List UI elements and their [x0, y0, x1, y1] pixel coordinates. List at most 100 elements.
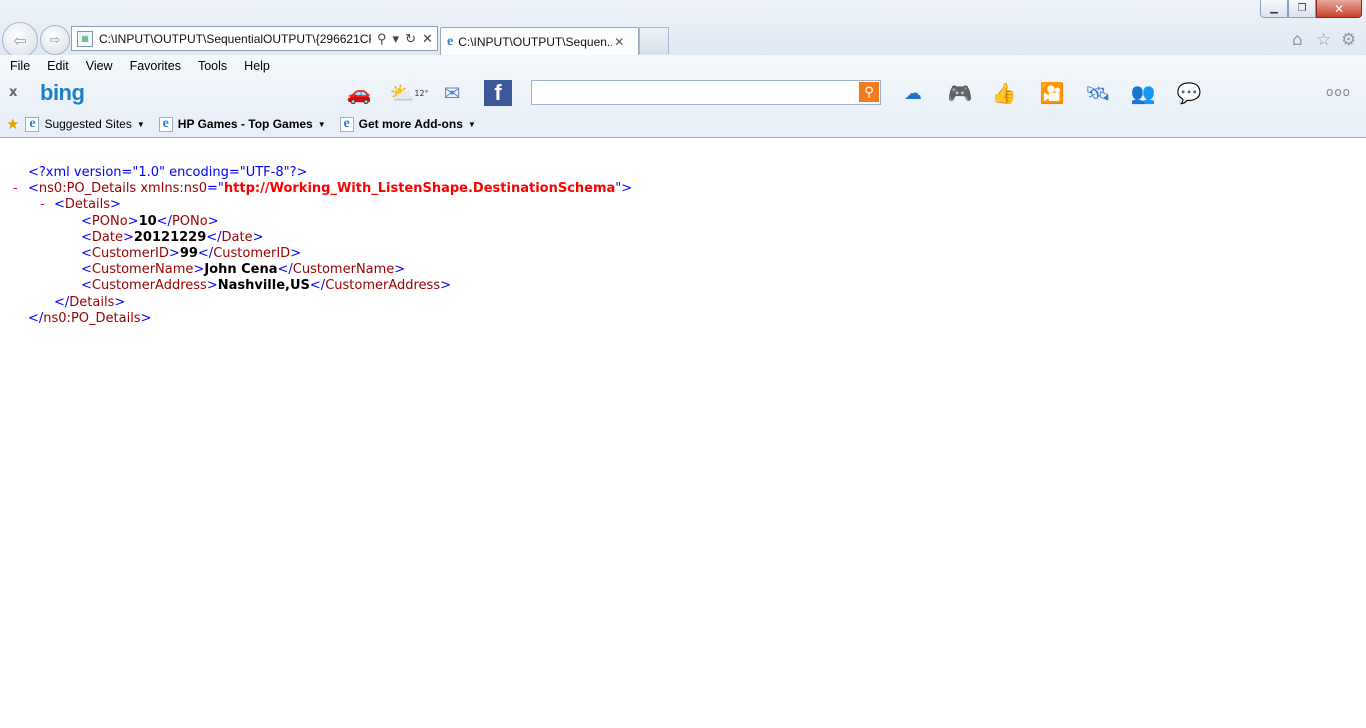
xml-bracket: < — [81, 262, 92, 278]
close-tab-icon[interactable]: ✕ — [614, 35, 624, 49]
ie-icon: e — [158, 116, 173, 132]
xml-field-line: <PONo>10</PONo> — [0, 214, 632, 230]
xml-bracket: </ — [309, 278, 326, 294]
close-window-button[interactable]: ✕ — [1316, 0, 1362, 18]
xml-field-tag: CustomerName — [292, 262, 395, 278]
xml-field-value: 20121229 — [133, 229, 207, 245]
xml-bracket: < — [81, 245, 92, 261]
xml-document: <?xml version="1.0" encoding="UTF-8"?> -… — [0, 165, 632, 327]
xml-root-attr-name: xmlns:ns0 — [140, 181, 208, 197]
xml-field-line: <CustomerAddress>Nashville,US</CustomerA… — [0, 278, 632, 294]
new-tab-button[interactable] — [639, 27, 669, 54]
facebook-icon[interactable]: f — [484, 80, 512, 106]
satellite-icon[interactable]: 🛰 — [1083, 79, 1113, 107]
search-icon[interactable]: ⚲ — [377, 31, 387, 47]
more-options-icon[interactable]: ooo — [1326, 85, 1351, 99]
chevron-down-icon: ▼ — [317, 119, 326, 129]
menu-help[interactable]: Help — [234, 55, 277, 77]
xml-root-close-line: </ns0:PO_Details> — [28, 310, 152, 326]
arrow-right-icon: ⇨ — [49, 32, 61, 48]
fav-label: Get more Add-ons — [358, 117, 463, 131]
ie-icon: e — [339, 116, 354, 132]
xml-bracket: > — [207, 213, 219, 229]
favorites-star-icon[interactable]: ☆ — [1316, 30, 1331, 50]
refresh-icon[interactable]: ↻ — [405, 31, 416, 47]
stop-icon[interactable]: ✕ — [422, 31, 433, 47]
tab-active[interactable]: e C:\INPUT\OUTPUT\Sequen... ✕ — [440, 27, 639, 55]
xml-details-tag: Details — [69, 294, 115, 310]
weather-temperature: 12° — [414, 88, 429, 98]
xml-bracket: </ — [277, 262, 293, 278]
xml-field-value: John Cena — [204, 262, 278, 278]
menu-view[interactable]: View — [76, 55, 120, 77]
menu-file[interactable]: File — [0, 55, 37, 77]
bing-logo[interactable]: bing — [40, 80, 85, 106]
minimize-button[interactable]: ▁ — [1260, 0, 1288, 18]
xml-bracket: > — [168, 245, 180, 261]
xml-field-tag: CustomerAddress — [325, 278, 441, 294]
xml-bracket: > — [440, 278, 452, 294]
fav-suggested-sites[interactable]: e Suggested Sites ▼ — [25, 116, 145, 132]
xml-field-line: <CustomerID>99</CustomerID> — [0, 246, 632, 262]
xml-bracket: < — [81, 278, 92, 294]
xml-field-value: 10 — [138, 213, 157, 229]
xml-field-tag: Date — [91, 229, 123, 245]
xml-details-tag: Details — [64, 197, 110, 213]
xml-bracket: > — [206, 278, 218, 294]
xml-root-tag: ns0:PO_Details — [43, 310, 141, 326]
dropdown-arrow-icon[interactable]: ▾ — [393, 31, 400, 47]
menu-tools[interactable]: Tools — [188, 55, 234, 77]
menu-edit[interactable]: Edit — [37, 55, 76, 77]
hp-icon[interactable]: ☁ — [895, 79, 931, 107]
chevron-down-icon: ▼ — [136, 119, 145, 129]
fav-hp-games[interactable]: e HP Games - Top Games ▼ — [158, 116, 326, 132]
gamepad-icon[interactable]: 🎮 — [942, 79, 978, 107]
toolbars: File Edit View Favorites Tools Help x bi… — [0, 55, 1366, 138]
car-icon[interactable]: 🚗 — [344, 79, 374, 107]
menu-bar: File Edit View Favorites Tools Help — [0, 55, 277, 77]
xml-field-tag: CustomerName — [91, 262, 194, 278]
xml-root-attr-value: http://Working_With_ListenShape.Destinat… — [223, 181, 616, 197]
xml-root-tag: ns0:PO_Details — [38, 181, 137, 197]
xml-field-tag: CustomerAddress — [91, 278, 207, 294]
xml-bracket: </ — [206, 229, 222, 245]
search-icon[interactable]: ⚲ — [859, 82, 879, 102]
restore-button[interactable]: ❐ — [1288, 0, 1316, 18]
xml-bracket: > — [127, 213, 139, 229]
collapse-toggle[interactable]: - — [13, 181, 18, 197]
xml-field-tag: Date — [221, 229, 253, 245]
xml-bracket: > — [252, 229, 264, 245]
ie-icon: e — [25, 116, 40, 132]
tab-title: C:\INPUT\OUTPUT\Sequen... — [458, 34, 613, 49]
chevron-down-icon: ▼ — [467, 119, 476, 129]
address-bar[interactable]: ▦ C:\INPUT\OUTPUT\SequentialOUTPUT\{2966… — [71, 26, 438, 51]
xml-field-tag: CustomerID — [91, 245, 169, 261]
fav-get-more-addons[interactable]: e Get more Add-ons ▼ — [339, 116, 476, 132]
messenger-icon[interactable]: 👥 — [1128, 79, 1158, 107]
menu-favorites[interactable]: Favorites — [120, 55, 188, 77]
collapse-toggle[interactable]: - — [40, 197, 45, 213]
xml-field-tag: CustomerID — [213, 245, 291, 261]
xml-bracket: > — [290, 245, 302, 261]
favorites-star-icon[interactable]: ★ — [6, 115, 19, 133]
video-icon[interactable]: 🎦 — [1034, 79, 1070, 107]
bing-search-input[interactable]: ⚲ — [531, 80, 881, 105]
chat-icon[interactable]: 💬 — [1174, 79, 1204, 107]
fav-label: Suggested Sites — [44, 117, 132, 131]
xml-field-tag: PONo — [91, 213, 128, 229]
xml-declaration-line: <?xml version="1.0" encoding="UTF-8"?> — [0, 165, 632, 181]
xml-field-value: 99 — [179, 245, 198, 261]
weather-icon[interactable]: ⛅ 12° — [389, 79, 429, 107]
thumbs-up-icon[interactable]: 👍 — [989, 79, 1019, 107]
fav-label: HP Games - Top Games — [177, 117, 313, 131]
xml-bracket: < — [81, 229, 92, 245]
xml-details-open-line: - <Details> — [40, 197, 121, 213]
close-toolbar-icon[interactable]: x — [9, 85, 17, 100]
ie-icon: e — [447, 33, 454, 49]
gear-icon[interactable]: ⚙ — [1341, 30, 1356, 50]
forward-button[interactable]: ⇨ — [40, 25, 70, 55]
home-icon[interactable]: ⌂ — [1292, 30, 1303, 50]
back-button[interactable]: ⇦ — [2, 22, 38, 58]
address-input[interactable]: C:\INPUT\OUTPUT\SequentialOUTPUT\{296621… — [99, 32, 371, 46]
mail-icon[interactable]: ✉ — [437, 79, 467, 107]
